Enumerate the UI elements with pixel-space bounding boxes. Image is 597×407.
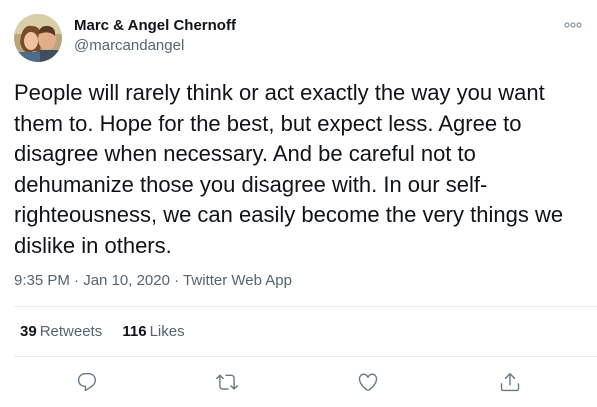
tweet-card: Marc & Angel Chernoff @marcandangel Peop…: [0, 0, 597, 407]
retweet-icon: [216, 374, 238, 390]
reply-icon: [77, 373, 97, 392]
tweet-text: People will rarely think or act exactly …: [14, 80, 564, 258]
share-button[interactable]: [499, 371, 521, 393]
tweet-stats: 39 Retweets 116 Likes: [20, 322, 201, 342]
avatar-photo: [14, 14, 62, 62]
retweets-label: Retweets: [39, 323, 103, 340]
meta-separator: ·: [74, 272, 80, 289]
avatar[interactable]: [14, 14, 62, 62]
divider: [14, 306, 597, 307]
retweets-stat[interactable]: 39 Retweets: [20, 322, 102, 342]
meta-separator: ·: [174, 272, 180, 289]
reply-button[interactable]: [76, 371, 98, 393]
retweets-count: 39: [20, 323, 37, 340]
divider: [14, 356, 597, 357]
likes-stat[interactable]: 116 Likes: [122, 322, 184, 342]
action-bar: [0, 371, 597, 393]
heart-icon: [358, 373, 378, 391]
more-icon[interactable]: [563, 18, 583, 32]
likes-count: 116: [122, 323, 147, 340]
tweet-meta: 9:35 PM · Jan 10, 2020 · Twitter Web App: [14, 271, 292, 291]
tweet-source[interactable]: Twitter Web App: [183, 272, 292, 289]
share-icon: [500, 373, 520, 392]
retweet-button[interactable]: [216, 371, 238, 393]
likes-label: Likes: [149, 323, 185, 340]
author-block: Marc & Angel Chernoff @marcandangel: [74, 16, 236, 56]
like-button[interactable]: [357, 371, 379, 393]
tweet-date[interactable]: Jan 10, 2020: [83, 272, 170, 289]
tweet-time[interactable]: 9:35 PM: [14, 272, 70, 289]
user-handle[interactable]: @marcandangel: [74, 36, 236, 56]
display-name[interactable]: Marc & Angel Chernoff: [74, 16, 236, 36]
